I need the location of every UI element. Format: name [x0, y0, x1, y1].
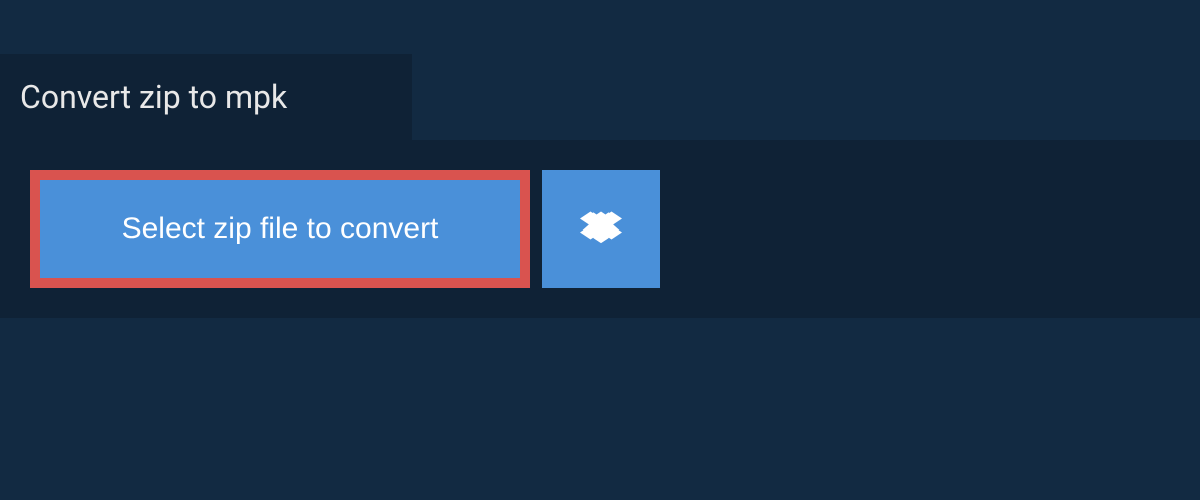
button-row: Select zip file to convert: [30, 170, 1170, 288]
dropbox-button[interactable]: [542, 170, 660, 288]
dropbox-icon: [580, 208, 622, 250]
select-file-button[interactable]: Select zip file to convert: [30, 170, 530, 288]
select-file-label: Select zip file to convert: [122, 212, 439, 246]
conversion-panel: Select zip file to convert: [0, 140, 1200, 318]
page-title-text: Convert zip to mpk: [20, 78, 287, 116]
page-title: Convert zip to mpk: [0, 54, 412, 140]
